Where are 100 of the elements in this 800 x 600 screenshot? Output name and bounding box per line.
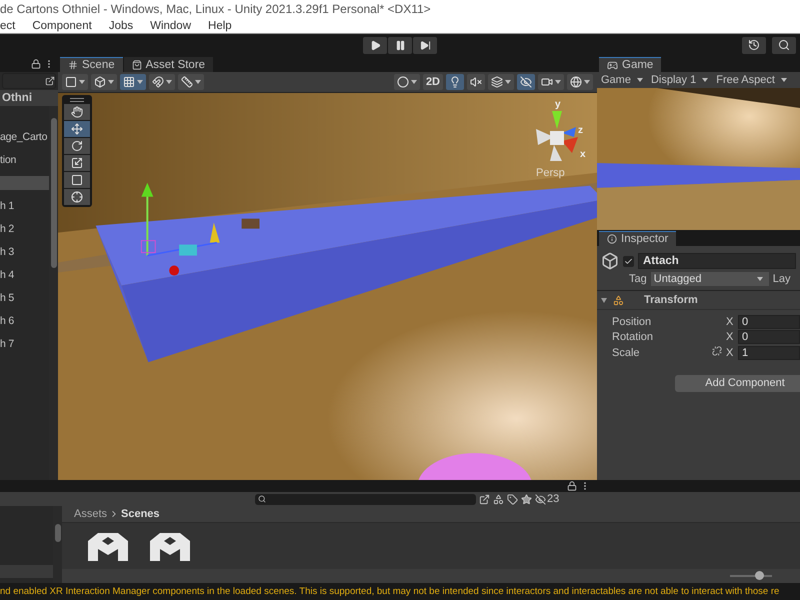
menu-item[interactable]: Window xyxy=(150,20,192,32)
hidden-icon[interactable] xyxy=(535,494,546,505)
history-button[interactable] xyxy=(742,36,766,54)
hierarchy-item[interactable]: tion xyxy=(0,153,49,167)
breadcrumb-item[interactable]: Scenes xyxy=(121,508,160,520)
number-field[interactable]: 1 xyxy=(738,346,800,360)
menu-item[interactable]: Jobs xyxy=(108,20,134,32)
axis-label: X xyxy=(726,346,734,359)
hierarchy-item[interactable]: h 5 xyxy=(0,291,49,305)
camera-button[interactable] xyxy=(538,74,564,90)
hierarchy-item[interactable]: age_Carto xyxy=(0,130,49,144)
panel-tab[interactable]: Scene xyxy=(60,57,123,72)
cube-icon[interactable] xyxy=(601,252,619,270)
transform-icon xyxy=(613,294,624,306)
audio-icon xyxy=(470,76,482,88)
caret-icon xyxy=(756,277,763,281)
shading-button[interactable] xyxy=(394,74,420,90)
scale-tool-button[interactable] xyxy=(64,155,90,171)
axis-label: x xyxy=(580,149,586,160)
number-field[interactable]: 0 xyxy=(738,314,800,329)
favorite-icon[interactable] xyxy=(521,494,532,505)
caret-icon xyxy=(702,78,708,82)
dropdown[interactable]: Free Aspect xyxy=(714,73,789,87)
step-button[interactable] xyxy=(413,37,437,54)
layer-label: Lay xyxy=(772,273,790,285)
name-field[interactable]: Attach xyxy=(638,253,796,269)
component-title: Transform xyxy=(644,294,698,306)
tag-dropdown[interactable]: Untagged xyxy=(650,272,769,286)
search-icon xyxy=(258,495,266,504)
grid-button[interactable] xyxy=(120,74,146,90)
caret-icon xyxy=(108,80,114,84)
axis-label: X xyxy=(726,331,734,344)
lock-icon[interactable] xyxy=(31,59,41,69)
caret-icon xyxy=(636,78,643,82)
hierarchy-item[interactable]: h 7 xyxy=(0,337,49,351)
axis-label: z xyxy=(578,125,583,136)
dropdown[interactable]: Display 1 xyxy=(648,73,710,87)
bag-icon xyxy=(132,60,142,70)
hierarchy-item[interactable]: h 1 xyxy=(0,199,49,213)
draw-mode-button[interactable] xyxy=(62,74,88,90)
lock-icon[interactable] xyxy=(567,481,577,492)
menu-item[interactable]: ect xyxy=(0,20,16,32)
unlink-icon[interactable] xyxy=(712,346,722,356)
menu-item[interactable]: Help xyxy=(208,20,232,32)
search-field[interactable] xyxy=(255,494,476,505)
add-component-button[interactable]: Add Component xyxy=(675,374,800,392)
caret-icon xyxy=(79,80,85,84)
lighting-icon xyxy=(449,76,461,88)
scene-viewport-drawing[interactable] xyxy=(58,93,597,480)
axis-label: X xyxy=(726,316,734,328)
increment-button[interactable] xyxy=(178,74,204,90)
panel-tab[interactable]: Asset Store xyxy=(124,57,214,72)
panel-tab[interactable]: Game xyxy=(599,57,662,72)
search-field[interactable] xyxy=(2,73,56,89)
hierarchy-item[interactable]: h 6 xyxy=(0,314,49,328)
slider-thumb[interactable] xyxy=(755,571,764,580)
menu-item[interactable]: Component xyxy=(32,20,92,32)
gizmos-button[interactable] xyxy=(567,74,593,90)
active-checkbox[interactable] xyxy=(623,256,634,266)
type-filter-icon[interactable] xyxy=(493,494,504,505)
view-options-button[interactable] xyxy=(91,74,117,90)
snap-button[interactable] xyxy=(149,74,175,90)
rect-tool-button[interactable] xyxy=(64,172,90,188)
effects-button[interactable] xyxy=(488,74,514,90)
play-button[interactable] xyxy=(363,37,387,54)
breadcrumb-item[interactable]: Assets xyxy=(74,508,108,520)
visibility-button[interactable] xyxy=(517,74,535,90)
pause-button[interactable] xyxy=(388,37,412,54)
rotate-icon xyxy=(71,140,83,152)
search-mode-icon[interactable] xyxy=(479,494,490,505)
unity-scene-icon[interactable] xyxy=(150,531,190,561)
panel-tab[interactable]: Inspector xyxy=(599,231,676,246)
gizmos-icon xyxy=(570,76,582,88)
drag-handle-icon[interactable] xyxy=(70,98,84,102)
move-tool-button[interactable] xyxy=(64,121,90,137)
hand-tool-button[interactable] xyxy=(64,104,90,120)
hierarchy-item[interactable]: h 4 xyxy=(0,268,49,282)
search-mode-icon xyxy=(45,76,55,86)
caret-icon xyxy=(555,80,561,84)
scale-icon xyxy=(71,157,83,169)
unity-scene-icon[interactable] xyxy=(88,531,128,561)
snap-icon xyxy=(152,76,164,88)
hierarchy-item[interactable]: h 2 xyxy=(0,222,49,236)
caret-icon xyxy=(584,80,590,84)
step-icon xyxy=(420,40,430,51)
pause-icon xyxy=(394,40,406,51)
expand-triangle-icon[interactable] xyxy=(601,298,607,302)
label-filter-icon[interactable] xyxy=(507,494,518,505)
search-icon xyxy=(778,39,790,51)
caret-icon xyxy=(166,80,172,84)
transform-tool-button[interactable] xyxy=(64,189,90,205)
axis-label: y xyxy=(555,99,561,110)
search-button[interactable] xyxy=(772,36,796,54)
tag-label: Tag xyxy=(629,273,647,285)
number-field[interactable]: 0 xyxy=(738,330,800,344)
rotate-tool-button[interactable] xyxy=(64,138,90,154)
audio-button[interactable] xyxy=(467,74,485,90)
lighting-button[interactable] xyxy=(446,74,464,90)
2d-toggle-button[interactable]: 2D xyxy=(422,74,443,90)
hierarchy-item[interactable]: h 3 xyxy=(0,245,49,259)
